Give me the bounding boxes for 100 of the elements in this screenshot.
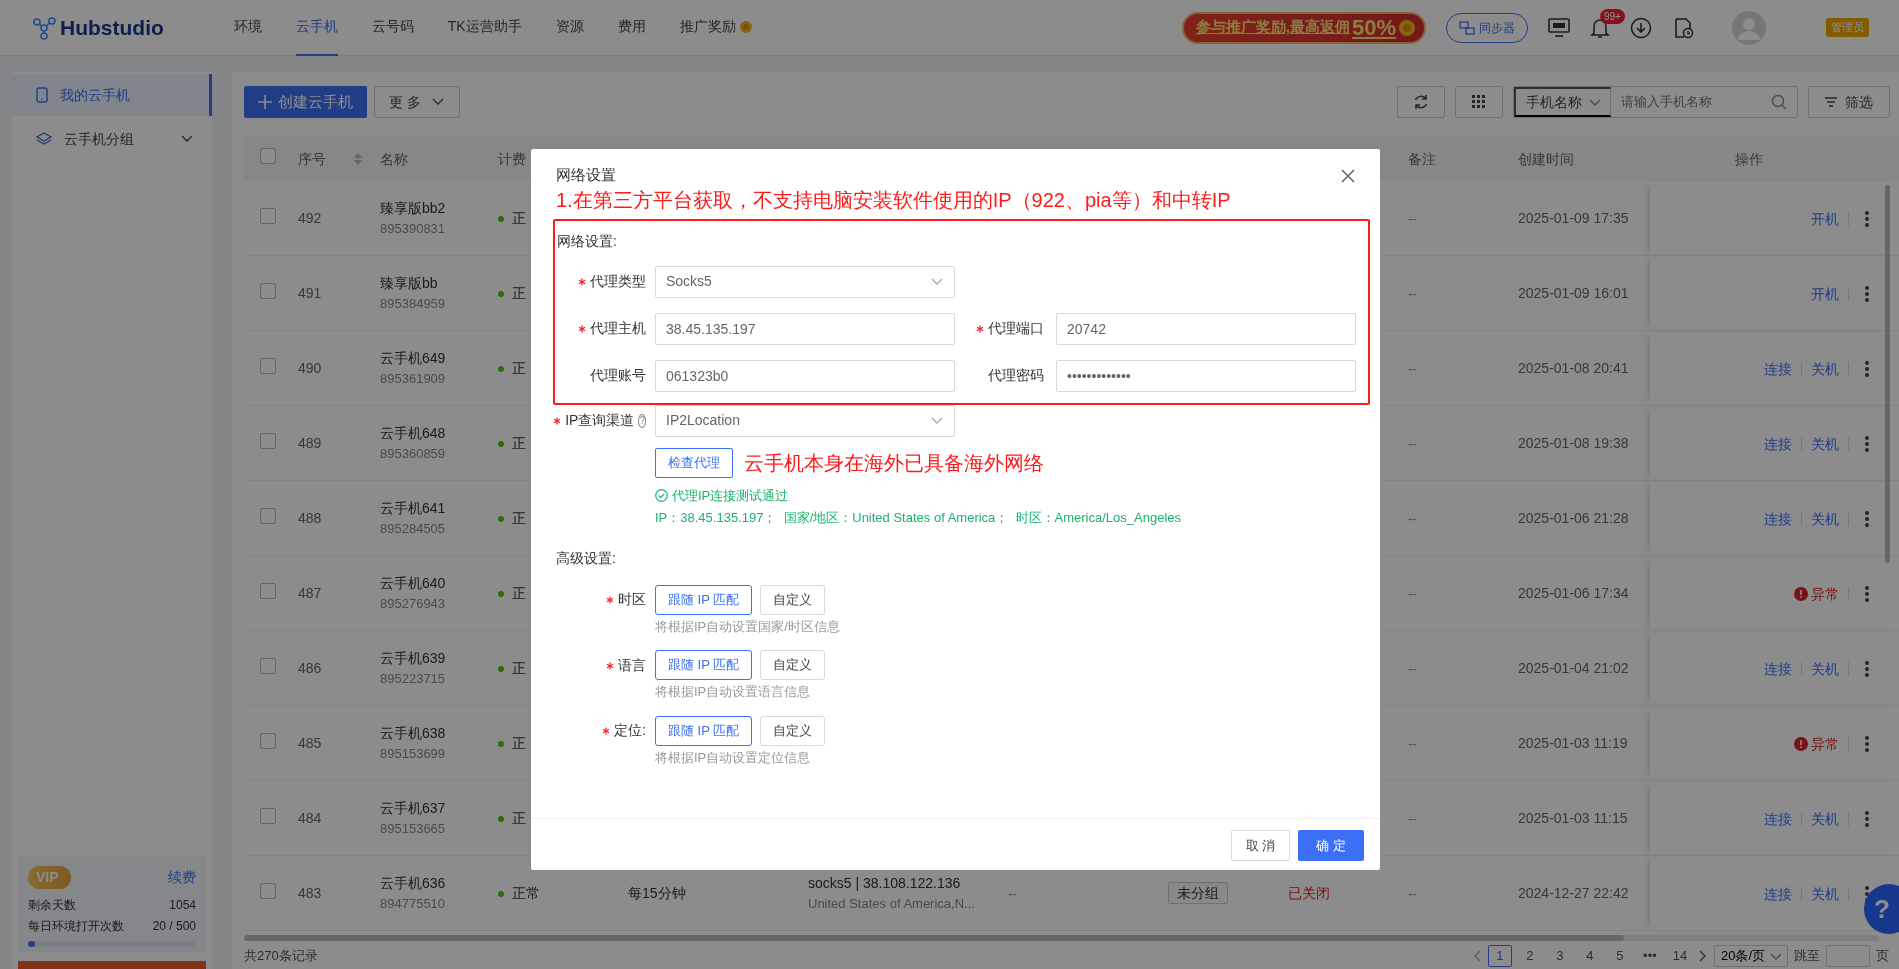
action-link[interactable]: 连接 (1755, 511, 1802, 526)
action-link[interactable]: 连接 (1755, 436, 1802, 451)
filter-button[interactable]: 筛选 (1808, 86, 1890, 118)
error-status: 异常 (1785, 586, 1849, 601)
create-button[interactable]: 创建云手机 (244, 86, 367, 118)
status-text: 正 (512, 809, 526, 828)
row-checkbox[interactable] (260, 357, 276, 374)
check-proxy-button[interactable]: 检查代理 (655, 447, 733, 478)
proxy-region: United States of America,N... (808, 895, 976, 914)
status-text: 正 (512, 584, 526, 603)
search-box[interactable]: 手机名称 请输入手机名称 (1513, 86, 1798, 118)
option-button[interactable]: 自定义 (760, 584, 826, 615)
created-time: 2025-01-06 17:34 (1518, 585, 1629, 601)
horizontal-scrollbar[interactable] (244, 935, 1879, 941)
renew-link[interactable]: 续费 (168, 866, 196, 888)
option-button[interactable]: 自定义 (760, 650, 826, 680)
nav-tab[interactable]: 云号码 (371, 0, 414, 56)
created-time: 2025-01-04 21:02 (1518, 660, 1629, 676)
nav-tab[interactable]: 资源 (555, 0, 584, 56)
action-link[interactable]: 连接 (1755, 811, 1802, 826)
sequence-number: 492 (298, 210, 322, 226)
vertical-scrollbar[interactable] (1885, 185, 1890, 563)
input-field[interactable]: 20742 (1056, 312, 1356, 345)
column-header: 创建时间 (1518, 150, 1574, 167)
action-link[interactable]: 关机 (1802, 811, 1849, 826)
nav-tab[interactable]: 推广奖励 (679, 0, 753, 56)
input-field[interactable]: ••••••••••••• (1056, 359, 1356, 392)
created-time: 2024-12-27 22:42 (1518, 885, 1629, 901)
confirm-button[interactable]: 确 定 (1298, 830, 1364, 861)
row-checkbox[interactable] (260, 732, 276, 749)
sequence-number: 487 (298, 585, 322, 601)
nav-tab[interactable]: 费用 (617, 0, 646, 56)
page-size-select[interactable]: 20条/页 (1713, 945, 1788, 967)
option-button[interactable]: 自定义 (760, 715, 826, 746)
page-link[interactable]: 5 (1607, 945, 1632, 967)
sequence-number: 491 (298, 285, 322, 301)
more-dropdown[interactable]: 更 多 (374, 86, 460, 118)
status-dot (498, 665, 504, 672)
column-header: 操作 (1734, 150, 1763, 167)
status-dot (498, 740, 504, 747)
row-checkbox[interactable] (260, 657, 276, 674)
action-link[interactable]: 开机 (1802, 211, 1849, 226)
page-link[interactable]: 1 (1487, 945, 1512, 967)
sidebar-item[interactable]: 我的云手机 (12, 74, 212, 116)
chevron-right-icon[interactable] (1697, 950, 1708, 962)
action-link[interactable]: 关机 (1802, 511, 1849, 526)
page-link[interactable]: 3 (1547, 945, 1572, 967)
action-link[interactable]: 连接 (1755, 661, 1802, 676)
input-field[interactable]: 061323b0 (655, 359, 955, 392)
option-button[interactable]: 跟随 IP 匹配 (655, 584, 753, 615)
created-time: 2025-01-08 19:38 (1518, 435, 1629, 451)
ip-source-select[interactable]: IP2Location (655, 404, 955, 437)
page-link[interactable]: 2 (1517, 945, 1542, 967)
option-button[interactable]: 跟随 IP 匹配 (655, 650, 753, 680)
row-checkbox[interactable] (260, 432, 276, 449)
action-link[interactable]: 连接 (1755, 361, 1802, 376)
promo-banner[interactable]: 参与推广奖励,最高返佣 50% (1181, 11, 1426, 44)
status-dot (498, 365, 504, 372)
monitor-icon[interactable] (1548, 17, 1570, 38)
sidebar-item[interactable]: 云手机分组 (12, 118, 212, 160)
row-checkbox[interactable] (260, 507, 276, 524)
action-link[interactable]: 开机 (1802, 286, 1849, 301)
nav-tab[interactable]: 环境 (233, 0, 262, 56)
phone-id: 894775510 (380, 895, 447, 914)
grid-view-button[interactable] (1455, 86, 1503, 118)
select-all-checkbox[interactable] (260, 148, 276, 164)
download-icon[interactable] (1630, 16, 1652, 39)
cancel-button[interactable]: 取 消 (1230, 830, 1291, 861)
page-link[interactable]: 14 (1667, 945, 1692, 967)
nav-tab[interactable]: TK运营助手 (447, 0, 522, 56)
search-type-select[interactable]: 手机名称 (1514, 87, 1611, 117)
status-text: 正 (512, 734, 526, 753)
row-checkbox[interactable] (260, 582, 276, 599)
phone-name: 臻享版bb (380, 274, 439, 294)
layers-icon (36, 131, 52, 147)
page-unit-label: 页 (1876, 947, 1889, 966)
row-checkbox[interactable] (260, 282, 276, 299)
group-tag: 未分组 (1168, 882, 1228, 904)
action-link[interactable]: 关机 (1802, 361, 1849, 376)
page-link[interactable]: ••• (1637, 945, 1662, 967)
status-text: 正 (512, 209, 526, 228)
page-jump-field[interactable] (1826, 945, 1870, 967)
row-checkbox[interactable] (260, 807, 276, 824)
refresh-button[interactable] (1397, 86, 1445, 118)
action-link[interactable]: 关机 (1802, 661, 1849, 676)
input-field[interactable]: 38.45.135.197 (655, 312, 955, 345)
option-button[interactable]: 跟随 IP 匹配 (655, 715, 753, 746)
action-link[interactable]: 连接 (1755, 886, 1802, 901)
status-text: 正 (512, 434, 526, 453)
row-checkbox[interactable] (260, 207, 276, 224)
nav-tab[interactable]: 云手机 (295, 0, 338, 56)
sync-button[interactable]: 同步器 (1446, 12, 1528, 43)
status-text: 正常 (512, 884, 540, 903)
annotation-text: 云手机本身在海外已具备海外网络 (744, 450, 1044, 476)
proxy-type-select[interactable]: Socks5 (655, 265, 955, 298)
page-link[interactable]: 4 (1577, 945, 1602, 967)
row-checkbox[interactable] (260, 882, 276, 899)
action-link[interactable]: 关机 (1802, 436, 1849, 451)
action-link[interactable]: 关机 (1802, 886, 1849, 901)
document-clock-icon[interactable] (1672, 16, 1694, 39)
